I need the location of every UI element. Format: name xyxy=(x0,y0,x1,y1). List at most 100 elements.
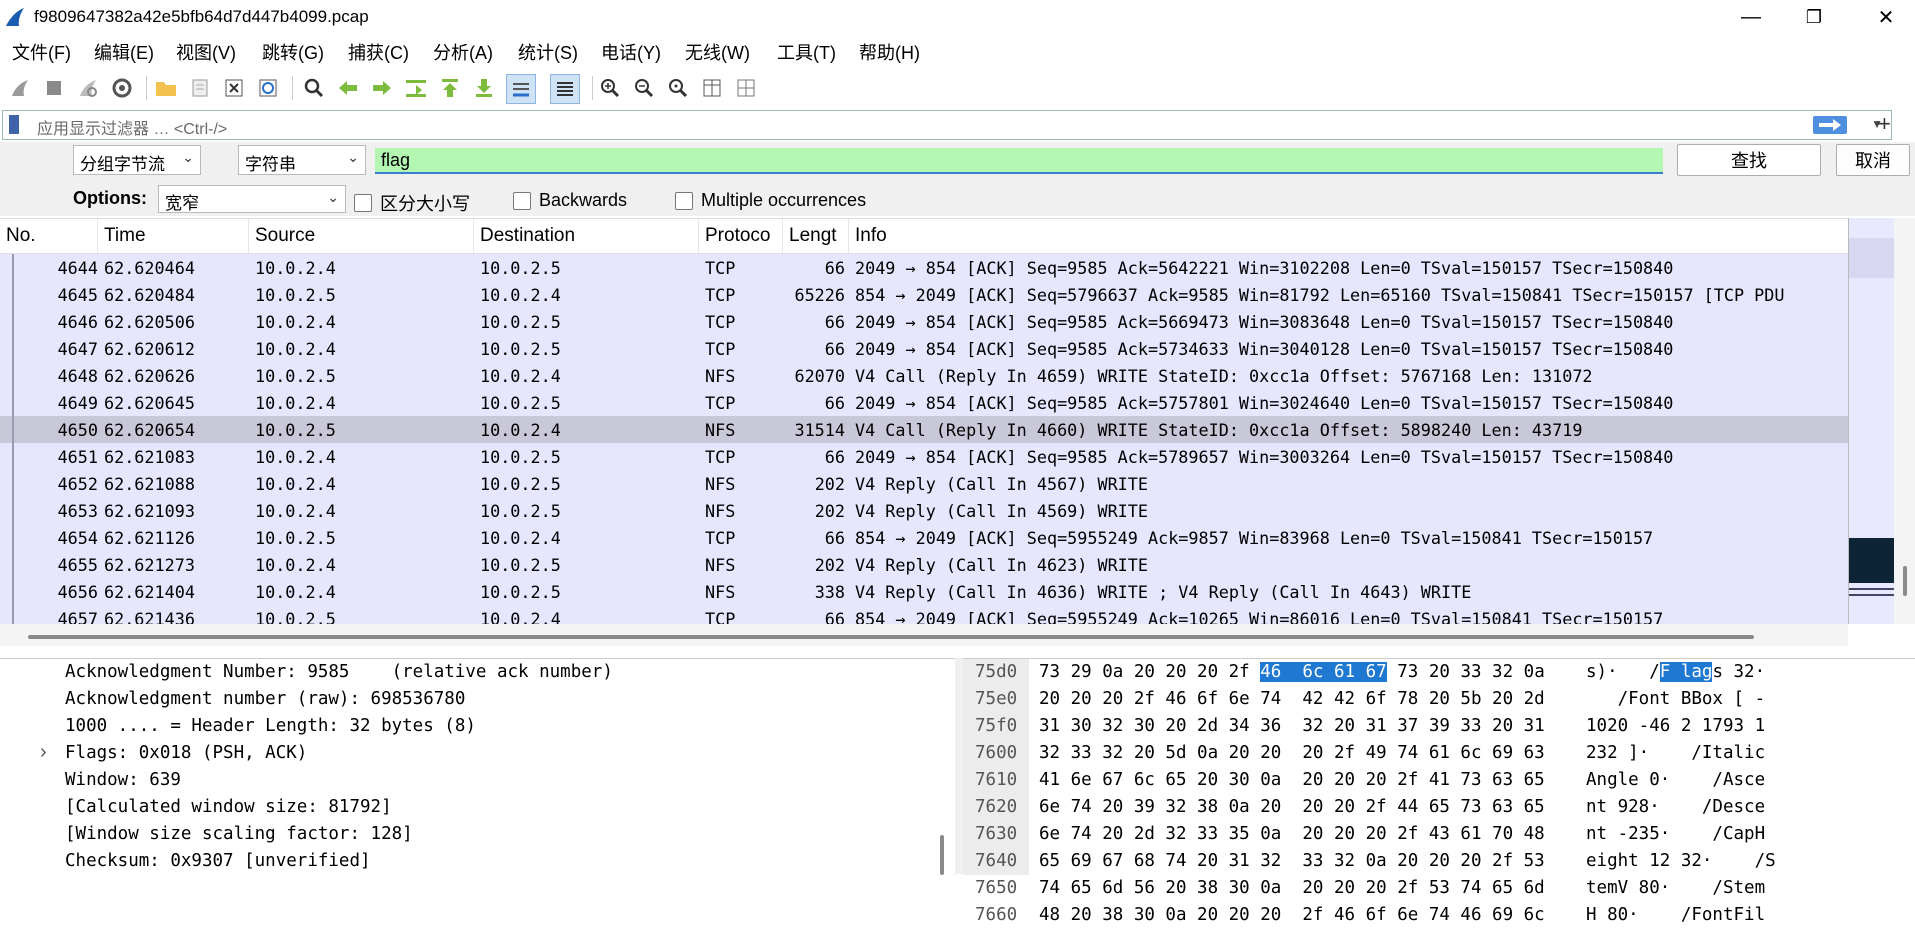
column-header-protocol[interactable]: Protoco xyxy=(699,219,783,253)
byte-row[interactable]: 75d0 73 29 0a 20 20 20 2f 46 6c 61 67 73 … xyxy=(963,662,1915,689)
expand-chevron-icon[interactable]: › xyxy=(40,741,47,764)
menu-edit[interactable]: 编辑(E) xyxy=(94,39,154,65)
menu-wireless[interactable]: 无线(W) xyxy=(685,39,750,65)
charset-select[interactable]: 宽窄 ⌄ xyxy=(158,185,346,213)
bookmark-icon[interactable] xyxy=(9,115,19,134)
close-file-icon[interactable] xyxy=(220,74,248,102)
go-back-icon[interactable] xyxy=(334,74,362,102)
table-view-icon[interactable] xyxy=(732,74,760,102)
packet-list-hscroll[interactable] xyxy=(0,624,1848,646)
display-filter-input[interactable]: 应用显示过滤器 … <Ctrl-/> xyxy=(37,115,227,139)
restart-capture-icon[interactable] xyxy=(74,74,102,102)
column-header-time[interactable]: Time xyxy=(98,219,249,253)
close-button[interactable]: ✕ xyxy=(1858,0,1914,34)
packet-row[interactable]: 4653 62.621093 10.0.2.4 10.0.2.5 NFS 202 V4 Re… xyxy=(0,497,1848,524)
menu-analyze[interactable]: 分析(A) xyxy=(433,39,493,65)
auto-scroll-icon[interactable] xyxy=(506,74,536,104)
menu-help[interactable]: 帮助(H) xyxy=(859,39,920,65)
packet-details-pane[interactable]: Acknowledgment Number: 9585 (relative ac… xyxy=(0,658,956,875)
packet-row[interactable]: 4656 62.621404 10.0.2.4 10.0.2.5 NFS 338 V4 Re… xyxy=(0,578,1848,605)
zoom-in-icon[interactable] xyxy=(596,74,624,102)
zoom-out-icon[interactable] xyxy=(630,74,658,102)
multiple-occurrences-checkbox[interactable]: Multiple occurrences xyxy=(675,190,866,211)
packet-cell-info: 2049 → 854 [ACK] Seq=9585 Ack=5642221 Wi… xyxy=(855,258,1674,278)
byte-row[interactable]: 75f0 31 30 32 30 20 2d 34 36 32 20 31 37 … xyxy=(963,716,1915,743)
toolbar-separator xyxy=(592,76,593,100)
scroll-thumb[interactable] xyxy=(28,635,1754,639)
column-header-no[interactable]: No. xyxy=(0,219,98,253)
find-button[interactable]: 查找 xyxy=(1677,144,1821,176)
menu-view[interactable]: 视图(V) xyxy=(176,39,236,65)
column-header-destination[interactable]: Destination xyxy=(474,219,699,253)
add-filter-button[interactable]: + xyxy=(1878,111,1891,137)
pane-splitter[interactable] xyxy=(955,658,963,874)
find-packet-icon[interactable] xyxy=(300,74,328,102)
menu-telephony[interactable]: 电话(Y) xyxy=(601,39,661,65)
packet-row[interactable]: 4646 62.620506 10.0.2.4 10.0.2.5 TCP 66 2049 →… xyxy=(0,308,1848,335)
open-file-icon[interactable] xyxy=(152,74,180,102)
packet-row[interactable]: 4648 62.620626 10.0.2.5 10.0.2.4 NFS 62070 V4 … xyxy=(0,362,1848,389)
column-header-info[interactable]: Info xyxy=(849,219,1848,253)
packet-row[interactable]: 4649 62.620645 10.0.2.4 10.0.2.5 TCP 66 2049 →… xyxy=(0,389,1848,416)
go-to-packet-icon[interactable] xyxy=(402,74,430,102)
save-file-icon[interactable] xyxy=(186,74,214,102)
scroll-thumb[interactable] xyxy=(1903,566,1907,596)
packet-list-vscroll[interactable] xyxy=(1894,218,1915,624)
reload-file-icon[interactable] xyxy=(254,74,282,102)
detail-row[interactable]: Acknowledgment number (raw): 698536780 xyxy=(65,689,465,709)
maximize-button[interactable]: ❐ xyxy=(1786,0,1842,34)
packet-list[interactable]: No. Time Source Destination Protoco Leng… xyxy=(0,218,1848,632)
byte-row[interactable]: 7650 74 65 6d 56 20 38 30 0a 20 20 20 2f … xyxy=(963,878,1915,905)
scroll-thumb[interactable] xyxy=(940,835,944,875)
search-in-select[interactable]: 分组字节流 ⌄ xyxy=(73,145,201,175)
column-header-source[interactable]: Source xyxy=(249,219,474,253)
byte-row[interactable]: 75e0 20 20 20 2f 46 6f 6e 74 42 42 6f 78 … xyxy=(963,689,1915,716)
menu-file[interactable]: 文件(F) xyxy=(12,39,71,65)
go-last-packet-icon[interactable] xyxy=(470,74,498,102)
packet-row[interactable]: 4647 62.620612 10.0.2.4 10.0.2.5 TCP 66 2049 →… xyxy=(0,335,1848,362)
resize-columns-icon[interactable] xyxy=(698,74,726,102)
detail-row[interactable]: Window: 639 xyxy=(65,770,181,790)
menu-capture[interactable]: 捕获(C) xyxy=(348,39,409,65)
byte-row[interactable]: 7620 6e 74 20 39 32 38 0a 20 20 20 2f 44 … xyxy=(963,797,1915,824)
packet-row[interactable]: 4652 62.621088 10.0.2.4 10.0.2.5 NFS 202 V4 Re… xyxy=(0,470,1848,497)
go-first-packet-icon[interactable] xyxy=(436,74,464,102)
detail-row[interactable]: [Window size scaling factor: 128] xyxy=(65,824,413,844)
detail-row[interactable]: Acknowledgment Number: 9585 (relative ac… xyxy=(65,662,613,682)
packet-row[interactable]: 4645 62.620484 10.0.2.5 10.0.2.4 TCP 65226 854… xyxy=(0,281,1848,308)
search-type-select[interactable]: 字符串 ⌄ xyxy=(238,145,366,175)
find-input[interactable]: flag xyxy=(375,148,1663,174)
backwards-checkbox[interactable]: Backwards xyxy=(513,190,627,211)
packet-row[interactable]: 4651 62.621083 10.0.2.4 10.0.2.5 TCP 66 2049 →… xyxy=(0,443,1848,470)
detail-row[interactable]: Flags: 0x018 (PSH, ACK) xyxy=(65,743,307,763)
case-sensitive-checkbox[interactable]: 区分大小写 xyxy=(354,190,470,216)
detail-row[interactable]: [Calculated window size: 81792] xyxy=(65,797,392,817)
menu-tools[interactable]: 工具(T) xyxy=(777,39,836,65)
capture-options-icon[interactable] xyxy=(108,74,136,102)
cancel-button[interactable]: 取消 xyxy=(1836,144,1910,176)
byte-row[interactable]: 7600 32 33 32 20 5d 0a 20 20 20 2f 49 74 … xyxy=(963,743,1915,770)
packet-row[interactable]: 4644 62.620464 10.0.2.4 10.0.2.5 TCP 66 2049 →… xyxy=(0,254,1848,281)
detail-row[interactable]: Checksum: 0x9307 [unverified] xyxy=(65,851,371,871)
menu-statistics[interactable]: 统计(S) xyxy=(518,39,578,65)
start-capture-icon[interactable] xyxy=(6,74,34,102)
packet-bytes-pane[interactable]: 75d0 73 29 0a 20 20 20 2f 46 6c 61 67 73 … xyxy=(963,658,1915,925)
menu-go[interactable]: 跳转(G) xyxy=(262,39,324,65)
column-header-length[interactable]: Lengt xyxy=(783,219,849,253)
detail-row[interactable]: 1000 .... = Header Length: 32 bytes (8) xyxy=(65,716,476,736)
packet-row[interactable]: 4654 62.621126 10.0.2.5 10.0.2.4 TCP 66 854 → … xyxy=(0,524,1848,551)
packet-minimap[interactable] xyxy=(1848,218,1895,624)
packet-row[interactable]: 4650 62.620654 10.0.2.5 10.0.2.4 NFS 31514 V4 … xyxy=(0,416,1848,443)
minimize-button[interactable]: — xyxy=(1723,0,1779,34)
byte-row[interactable]: 7610 41 6e 67 6c 65 20 30 0a 20 20 20 2f … xyxy=(963,770,1915,797)
apply-filter-arrow-icon[interactable] xyxy=(1813,116,1847,134)
byte-hex: 73 29 0a 20 20 20 2f 46 6c 61 67 73 20 3… xyxy=(1039,662,1545,682)
packet-row[interactable]: 4655 62.621273 10.0.2.4 10.0.2.5 NFS 202 V4 Re… xyxy=(0,551,1848,578)
normal-size-icon[interactable] xyxy=(664,74,692,102)
stop-capture-icon[interactable] xyxy=(40,74,68,102)
byte-row[interactable]: 7660 48 20 38 30 0a 20 20 20 2f 46 6f 6e … xyxy=(963,905,1915,932)
go-forward-icon[interactable] xyxy=(368,74,396,102)
colorize-icon[interactable] xyxy=(550,74,580,104)
display-filter-bar[interactable]: 应用显示过滤器 … <Ctrl-/> ▼ xyxy=(2,110,1892,140)
byte-row[interactable]: 7630 6e 74 20 2d 32 33 35 0a 20 20 20 2f … xyxy=(963,824,1915,851)
